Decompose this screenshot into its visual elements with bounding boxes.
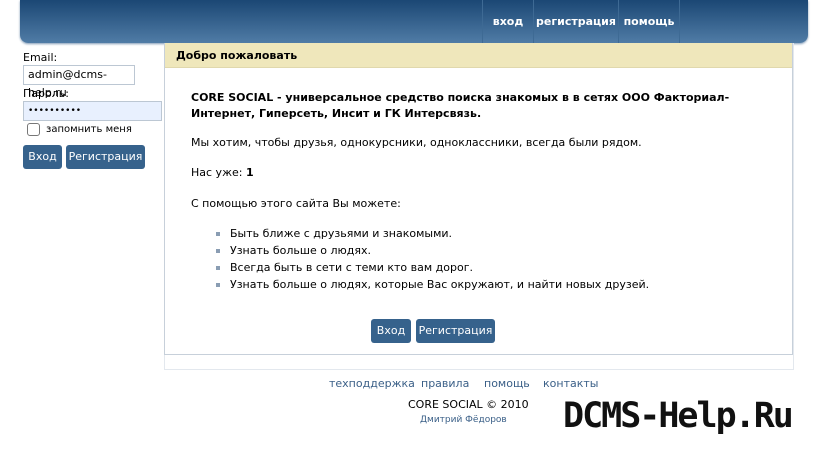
remember-checkbox[interactable]: [27, 123, 40, 136]
main-login-button[interactable]: Вход: [371, 319, 411, 343]
footer-link-support[interactable]: техподдержка: [329, 377, 415, 390]
list-item: Всегда быть в сети с теми кто вам дорог.: [216, 261, 473, 274]
copyright: CORE SOCIAL © 2010: [408, 398, 529, 411]
footer-link-rules[interactable]: правила: [421, 377, 469, 390]
intro-text: CORE SOCIAL - универсальное средство пои…: [191, 91, 730, 120]
features-title: С помощью этого сайта Вы можете:: [191, 197, 401, 210]
author-link[interactable]: Дмитрий Фёдоров: [420, 415, 507, 425]
main-register-button[interactable]: Регистрация: [416, 319, 495, 343]
panel-title: Добро пожаловать: [165, 43, 792, 68]
nav-login[interactable]: вход: [482, 0, 533, 43]
count-value: 1: [245, 166, 254, 179]
email-input[interactable]: admin@dcms-help.ru: [23, 65, 135, 99]
list-item: Быть ближе с друзьями и знакомыми.: [215, 227, 453, 240]
member-count: Нас уже: 1: [191, 166, 254, 179]
list-item: Узнать больше о людях.: [216, 244, 371, 257]
nav-register[interactable]: регистрация: [533, 0, 618, 43]
nav-help[interactable]: помощь: [618, 0, 680, 43]
remember-label: запомнить меня: [46, 124, 132, 135]
list-item: Узнать больше о людях, которые Вас окруж…: [215, 278, 650, 291]
email-label: Email:: [23, 51, 58, 64]
register-button[interactable]: Регистрация: [66, 145, 145, 169]
login-button[interactable]: Вход: [23, 145, 62, 169]
footer-link-contacts[interactable]: контакты: [543, 377, 598, 390]
footer-link-help[interactable]: помощь: [484, 377, 530, 390]
count-label: Нас уже:: [191, 166, 243, 179]
intro-line: Мы хотим, чтобы друзья, однокурсники, од…: [191, 136, 642, 149]
top-header: вход регистрация помощь: [20, 0, 808, 43]
password-input[interactable]: ••••••••••: [23, 101, 162, 121]
password-label: Пароль:: [23, 87, 69, 100]
watermark: DCMS-Help.Ru: [563, 396, 794, 436]
